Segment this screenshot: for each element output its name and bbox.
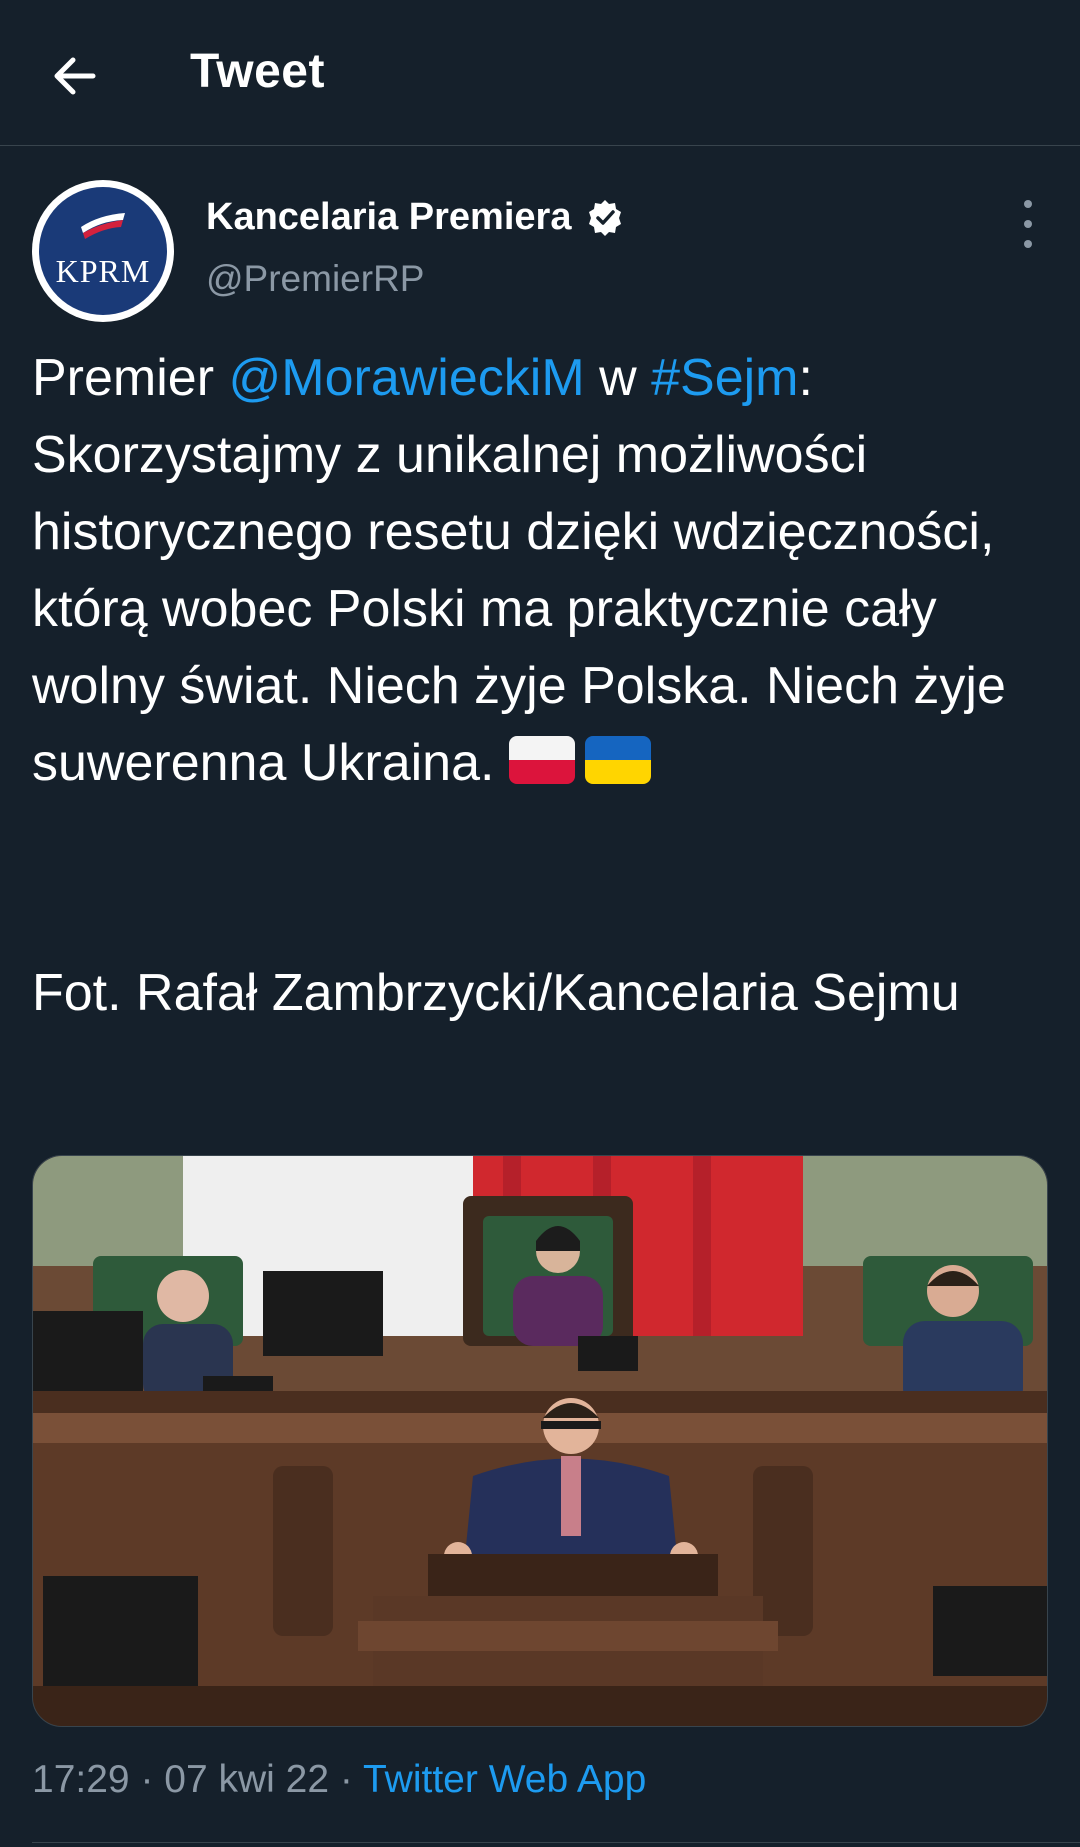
divider	[32, 1842, 1080, 1843]
tweet-photo[interactable]	[32, 1155, 1048, 1727]
polish-eagle-flag-icon	[81, 213, 125, 239]
tweet-text-part: : Skorzystajmy z unikalnej możliwości hi…	[32, 349, 1006, 792]
tweet-text-part: w	[584, 349, 652, 407]
kprm-logo: KPRM	[39, 187, 167, 315]
top-bar: Tweet	[0, 0, 1080, 146]
ukraine-flag-emoji	[584, 736, 651, 784]
tweet-text-part: Premier	[32, 349, 229, 407]
verified-badge-icon	[589, 199, 622, 236]
author-handle[interactable]: @PremierRP	[206, 258, 424, 300]
arrow-left-icon	[54, 57, 96, 95]
tweet-time[interactable]: 17:29	[32, 1758, 130, 1801]
photo-credit: Fot. Rafał Zambrzycki/Kancelaria Sejmu	[32, 964, 960, 1022]
avatar[interactable]: KPRM	[32, 180, 174, 322]
tweet-date[interactable]: 07 kwi 22	[164, 1758, 329, 1801]
tweet-meta: 17:29 · 07 kwi 22 · Twitter Web App	[32, 1758, 646, 1802]
tweet-text: Premier @MorawieckiM w #Sejm: Skorzystaj…	[32, 340, 1052, 802]
back-button[interactable]	[44, 46, 104, 106]
page-title: Tweet	[190, 45, 325, 98]
separator: ·	[129, 1758, 165, 1801]
separator: ·	[329, 1758, 364, 1801]
author-name-text: Kancelaria Premiera	[206, 196, 572, 238]
mention-link[interactable]: @MorawieckiM	[228, 349, 584, 407]
sejm-session-image	[33, 1156, 1047, 1726]
source-app-link[interactable]: Twitter Web App	[363, 1758, 646, 1801]
more-options-icon[interactable]	[1010, 200, 1046, 248]
author-name[interactable]: Kancelaria Premiera	[206, 196, 625, 239]
avatar-text: KPRM	[55, 253, 151, 289]
poland-flag-emoji	[508, 736, 575, 784]
hashtag-link[interactable]: #Sejm	[651, 349, 798, 407]
